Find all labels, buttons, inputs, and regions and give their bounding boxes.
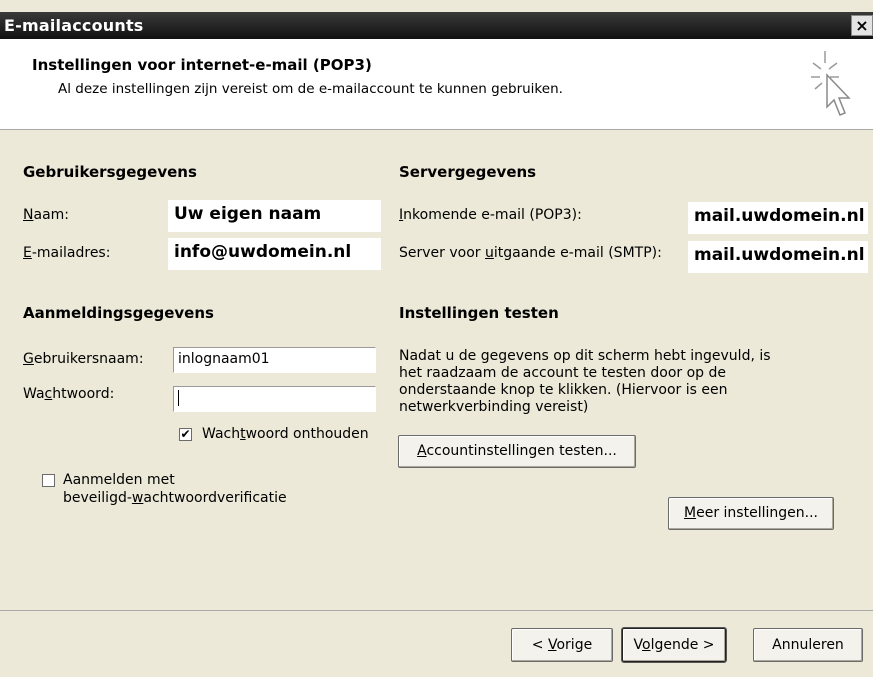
close-button[interactable]: × [851, 15, 873, 36]
username-label: Gebruikersnaam: [23, 351, 144, 367]
outgoing-label: Server voor uitgaande e-mail (SMTP): [399, 245, 662, 261]
incoming-server-field[interactable]: mail.uwdomein.nl [688, 202, 868, 234]
close-icon: × [855, 16, 869, 35]
password-field[interactable] [173, 386, 376, 412]
password-label: Wachtwoord: [23, 386, 115, 402]
test-description: Nadat u de gegevens op dit scherm hebt i… [399, 348, 771, 415]
server-section-title: Servergegevens [399, 163, 537, 181]
check-icon: ✔ [180, 427, 191, 441]
username-field[interactable]: inlognaam01 [173, 347, 376, 373]
remember-password-checkbox[interactable]: ✔ [179, 428, 192, 441]
outgoing-server-field[interactable]: mail.uwdomein.nl [688, 241, 868, 273]
incoming-label: Inkomende e-mail (POP3): [399, 207, 582, 223]
test-account-button[interactable]: Accountinstellingen testen... [398, 435, 636, 468]
spa-label-line2: beveiligd-wachtwoordverificatie [63, 490, 287, 506]
remember-password-label: Wachtwoord onthouden [202, 426, 369, 442]
cancel-button[interactable]: Annuleren [753, 628, 863, 662]
cursor-sparkle-icon [811, 51, 851, 116]
window-title: E-mailaccounts [4, 16, 144, 35]
test-section-title: Instellingen testen [399, 304, 559, 322]
next-button[interactable]: Volgende > [621, 627, 727, 663]
email-accounts-dialog: E-mailaccounts × Instellingen voor inter… [0, 0, 873, 677]
page-subtitle: Al deze instellingen zijn vereist om de … [58, 81, 563, 97]
user-section-title: Gebruikersgegevens [23, 163, 197, 181]
spa-label-line1: Aanmelden met [63, 472, 175, 488]
dialog-footer [0, 610, 873, 677]
page-title: Instellingen voor internet-e-mail (POP3) [32, 56, 372, 74]
login-section-title: Aanmeldingsgegevens [23, 304, 214, 322]
email-field[interactable]: info@uwdomein.nl [168, 238, 381, 270]
name-label: Naam: [23, 207, 69, 223]
dialog-header: Instellingen voor internet-e-mail (POP3)… [0, 39, 873, 130]
more-settings-button[interactable]: Meer instellingen... [668, 497, 834, 530]
name-field[interactable]: Uw eigen naam [168, 200, 381, 232]
title-bar[interactable]: E-mailaccounts × [0, 12, 873, 39]
email-label: E-mailadres: [23, 245, 111, 261]
spa-checkbox[interactable] [42, 474, 55, 487]
back-button[interactable]: < Vorige [511, 628, 613, 662]
